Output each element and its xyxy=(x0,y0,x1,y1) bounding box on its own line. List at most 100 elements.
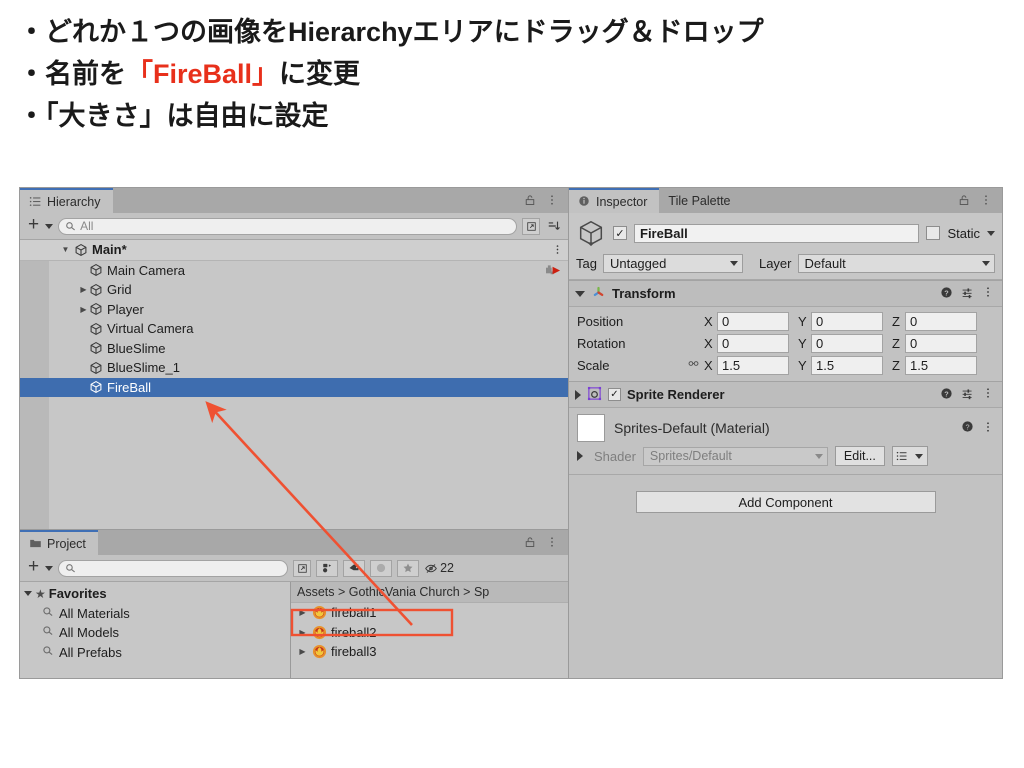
create-dropdown-caret-icon[interactable] xyxy=(45,565,54,571)
preset-icon[interactable] xyxy=(961,286,974,302)
sprite-thumbnail-icon xyxy=(312,644,327,659)
shader-dropdown[interactable]: Sprites/Default xyxy=(642,446,828,466)
fold-closed-icon[interactable]: ▶ xyxy=(78,305,89,314)
kebab-icon[interactable] xyxy=(546,194,559,207)
hierarchy-item-main[interactable]: ▼ Main* xyxy=(20,240,568,261)
hierarchy-item-blueslime-1[interactable]: BlueSlime_1 xyxy=(20,358,568,378)
hidden-assets-count[interactable]: 22 xyxy=(424,561,454,575)
lock-icon[interactable] xyxy=(958,194,971,207)
project-favorites-pane[interactable]: ★ Favorites All Materials All Models All P… xyxy=(20,582,291,678)
hierarchy-item-main-camera[interactable]: Main Camera xyxy=(20,261,568,281)
hierarchy-item-fireball[interactable]: FireBall xyxy=(20,377,568,397)
avatar-filter-icon[interactable] xyxy=(316,559,339,577)
transform-rotation-z-input[interactable]: 0 xyxy=(905,333,977,353)
lock-icon[interactable] xyxy=(524,194,537,207)
transform-rotation-x-input[interactable]: 0 xyxy=(717,333,789,353)
shader-edit-button[interactable]: Edit... xyxy=(834,446,885,466)
asset-item-fireball2[interactable]: ▶ fireball2 xyxy=(291,623,568,643)
project-tab-actions xyxy=(515,530,568,555)
preset-icon[interactable] xyxy=(961,387,974,403)
hierarchy-tree[interactable]: ▼ Main* Main Camera ▶ Grid ▶ Player Virtual Cam… xyxy=(20,240,568,529)
hierarchy-tabbar: Hierarchy xyxy=(20,188,568,213)
favorite-item-all-models[interactable]: All Models xyxy=(20,623,290,643)
kebab-icon[interactable] xyxy=(982,421,994,436)
transform-scale-x-input[interactable]: 1.5 xyxy=(717,355,789,375)
info-icon xyxy=(578,195,591,208)
transform-position-z-input[interactable]: 0 xyxy=(905,311,977,331)
sprite-renderer-fold-icon[interactable] xyxy=(575,389,581,400)
fold-closed-icon[interactable]: ▶ xyxy=(78,285,89,294)
transform-scale-y-input[interactable]: 1.5 xyxy=(811,355,883,375)
help-icon[interactable]: ? xyxy=(940,387,953,403)
project-save-search-button[interactable] xyxy=(293,559,312,577)
favorites-header[interactable]: ★ Favorites xyxy=(20,584,290,604)
tab-tile-palette[interactable]: Tile Palette xyxy=(659,188,743,213)
favorite-item-all-materials[interactable]: All Materials xyxy=(20,604,290,624)
tab-inspector[interactable]: Inspector xyxy=(569,188,660,213)
hierarchy-search-input[interactable]: All xyxy=(58,217,517,235)
help-icon[interactable]: ? xyxy=(961,420,974,436)
tab-inspector-label: Inspector xyxy=(596,194,648,209)
transform-component-header[interactable]: Transform ? xyxy=(569,280,1002,307)
fold-closed-icon[interactable]: ▶ xyxy=(297,608,308,617)
breadcrumb[interactable]: Assets > GothicVania Church > Sp xyxy=(291,582,568,603)
hierarchy-sort-button[interactable] xyxy=(545,218,563,235)
hierarchy-item-virtual-camera[interactable]: Virtual Camera xyxy=(20,319,568,339)
transform-position-y-input[interactable]: 0 xyxy=(811,311,883,331)
lock-icon[interactable] xyxy=(524,536,537,549)
search-icon xyxy=(42,645,54,660)
sprite-renderer-component-header[interactable]: ✓ Sprite Renderer ? xyxy=(569,381,1002,408)
project-assets-pane[interactable]: Assets > GothicVania Church > Sp ▶ fireba… xyxy=(291,582,568,678)
kebab-icon[interactable] xyxy=(546,536,559,549)
static-checkbox[interactable]: ✓ xyxy=(926,226,941,240)
fold-open-icon[interactable]: ▼ xyxy=(60,245,71,254)
favorites-fold-icon[interactable] xyxy=(24,591,32,597)
sprite-renderer-enabled-checkbox[interactable]: ✓ xyxy=(608,388,621,401)
project-search-input[interactable] xyxy=(58,559,289,577)
transform-rotation-y-input[interactable]: 0 xyxy=(811,333,883,353)
hierarchy-item-grid[interactable]: ▶ Grid xyxy=(20,280,568,300)
asset-item-fireball1[interactable]: ▶ fireball1 xyxy=(291,603,568,623)
asset-item-fireball3[interactable]: ▶ fireball3 xyxy=(291,642,568,662)
kebab-icon[interactable] xyxy=(552,244,562,255)
kebab-icon[interactable] xyxy=(982,286,994,301)
layer-dropdown[interactable]: Default xyxy=(797,254,995,273)
add-component-button[interactable]: Add Component xyxy=(635,491,936,513)
warning-icon[interactable] xyxy=(370,559,393,577)
shader-list-button[interactable] xyxy=(891,446,928,466)
tab-hierarchy[interactable]: Hierarchy xyxy=(20,188,113,213)
fold-closed-icon[interactable]: ▶ xyxy=(297,628,308,637)
favorite-item-all-prefabs[interactable]: All Prefabs xyxy=(20,643,290,663)
add-gameobject-button[interactable]: + xyxy=(25,215,40,235)
material-fold-icon[interactable] xyxy=(577,451,583,461)
add-dropdown-caret-icon[interactable] xyxy=(45,223,54,229)
hierarchy-search-scope-button[interactable] xyxy=(522,217,540,235)
search-icon xyxy=(42,606,54,621)
hidden-count-label: 22 xyxy=(440,561,455,575)
tag-icon[interactable] xyxy=(343,559,366,577)
object-active-checkbox[interactable]: ✓ xyxy=(613,226,627,240)
object-name-field[interactable]: FireBall xyxy=(634,223,920,243)
chevron-down-icon xyxy=(915,453,924,459)
transform-fold-icon[interactable] xyxy=(575,290,585,297)
material-preview-swatch[interactable] xyxy=(577,414,605,442)
tab-project[interactable]: Project xyxy=(20,530,98,555)
transform-row-label: Position xyxy=(577,313,624,329)
transform-position-x-input[interactable]: 0 xyxy=(717,311,789,331)
hierarchy-item-player[interactable]: ▶ Player xyxy=(20,300,568,320)
fold-closed-icon[interactable]: ▶ xyxy=(297,647,308,656)
star-icon[interactable] xyxy=(397,559,420,577)
kebab-icon[interactable] xyxy=(980,194,993,207)
static-dropdown-caret-icon[interactable] xyxy=(987,230,995,236)
transform-scale-z-input[interactable]: 1.5 xyxy=(905,355,977,375)
tag-dropdown[interactable]: Untagged xyxy=(602,254,743,273)
bullet-line-2: ・名前を「FireBall」に変更 xyxy=(18,54,998,96)
kebab-icon[interactable] xyxy=(982,387,994,402)
link-constraint-icon[interactable] xyxy=(682,358,704,372)
hierarchy-item-blueslime[interactable]: BlueSlime xyxy=(20,339,568,359)
hidden-eye-icon xyxy=(425,563,437,573)
create-asset-button[interactable]: + xyxy=(25,557,40,577)
chevron-down-icon xyxy=(729,261,738,266)
hierarchy-item-label: BlueSlime_1 xyxy=(107,360,180,376)
help-icon[interactable]: ? xyxy=(940,286,953,302)
